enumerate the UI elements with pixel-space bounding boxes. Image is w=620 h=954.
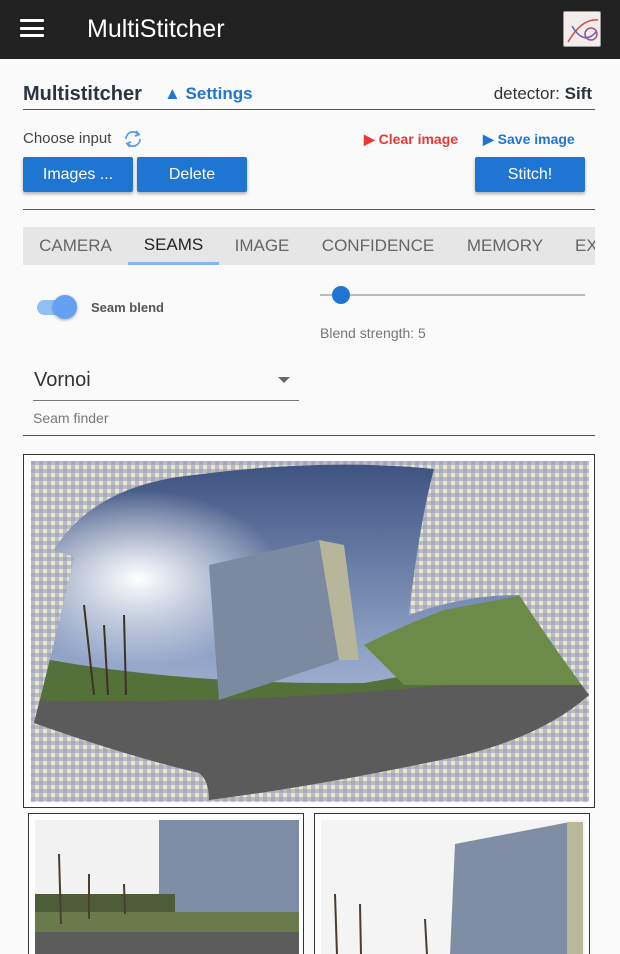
input-image-thumbnail[interactable] [314, 813, 590, 954]
input-image-thumbnail[interactable] [28, 813, 304, 954]
settings-tabs: CAMERA SEAMS IMAGE CONFIDENCE MEMORY EX [23, 227, 595, 265]
stitch-button[interactable]: Stitch! [475, 157, 585, 192]
page-header: Multistitcher ▲ Settings detector: Sift [23, 82, 595, 110]
detector-label: detector: [493, 84, 560, 103]
save-image-link[interactable]: ▶ Save image [483, 131, 575, 148]
app-logo-icon [563, 11, 601, 47]
clear-image-link[interactable]: ▶ Clear image [364, 131, 458, 148]
seam-finder-value: Vornoi [34, 369, 91, 391]
slider-thumb[interactable] [332, 286, 351, 304]
tab-camera[interactable]: CAMERA [23, 227, 128, 265]
seam-finder-select[interactable]: Vornoi [33, 366, 299, 401]
seam-finder-label: Seam finder [33, 410, 109, 426]
delete-button[interactable]: Delete [137, 157, 247, 192]
panorama-result [23, 454, 595, 808]
app-title: MultiStitcher [87, 15, 225, 43]
menu-icon[interactable] [20, 19, 44, 37]
blend-strength-label: Blend strength: 5 [320, 325, 426, 341]
tab-confidence[interactable]: CONFIDENCE [305, 227, 451, 265]
choose-input-label: Choose input [23, 130, 112, 147]
input-image-1 [35, 820, 299, 954]
blend-strength-slider[interactable] [320, 284, 585, 306]
detector-value: Sift [564, 84, 592, 103]
tab-image[interactable]: IMAGE [219, 227, 305, 265]
tab-ex[interactable]: EX [559, 227, 595, 265]
seam-blend-label: Seam blend [91, 300, 164, 315]
divider [23, 209, 595, 210]
divider [23, 435, 595, 436]
tab-memory[interactable]: MEMORY [451, 227, 559, 265]
seam-blend-toggle[interactable] [35, 293, 81, 321]
app-bar: MultiStitcher [0, 0, 620, 59]
slider-rail [320, 294, 585, 296]
page-title: Multistitcher [23, 83, 142, 105]
tab-seams[interactable]: SEAMS [128, 227, 219, 265]
toggle-knob[interactable] [53, 295, 77, 319]
settings-toggle-link[interactable]: ▲ Settings [164, 84, 253, 104]
stitched-panorama-image [34, 464, 589, 801]
chevron-down-icon [278, 377, 290, 383]
detector-readout: detector: Sift [494, 84, 592, 104]
input-image-2 [321, 820, 585, 954]
images-button[interactable]: Images ... [23, 157, 133, 192]
refresh-icon[interactable] [123, 130, 143, 148]
